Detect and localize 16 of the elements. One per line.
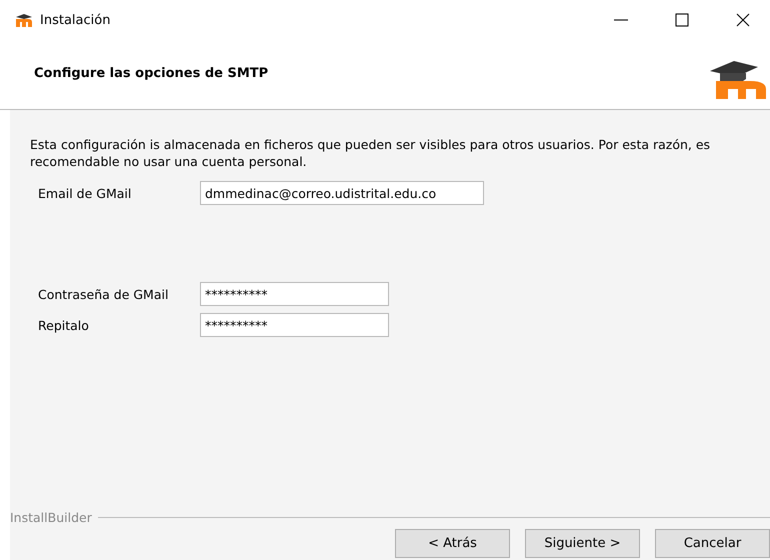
maximize-icon[interactable] bbox=[675, 13, 689, 27]
field-label: Email de GMail bbox=[38, 186, 132, 200]
email-field[interactable]: dmmedinac@correo.udistrital.edu.co bbox=[200, 181, 484, 205]
nav-button[interactable]: Cancelar bbox=[655, 529, 770, 558]
brand-label: InstallBuilder bbox=[10, 510, 92, 525]
password-field[interactable]: ********** bbox=[200, 313, 389, 337]
password-field[interactable]: ********** bbox=[200, 282, 389, 306]
field-label: Contraseña de GMail bbox=[38, 286, 170, 302]
window-title: Instalación bbox=[40, 12, 110, 28]
close-icon[interactable] bbox=[736, 13, 750, 27]
nav-button[interactable]: < Atrás bbox=[395, 529, 510, 558]
field-label: Repitalo bbox=[38, 318, 90, 332]
nav-button[interactable]: Siguiente > bbox=[525, 529, 640, 558]
app-logo-icon bbox=[14, 13, 34, 27]
page-title: Configure las opciones de SMTP bbox=[34, 66, 268, 81]
description-text: Esta configuración is almacenada en ficheros que pueden ser visibles para otros usuarios. Por esta razón, es recomendable no usar una cuenta personal. bbox=[30, 136, 712, 170]
